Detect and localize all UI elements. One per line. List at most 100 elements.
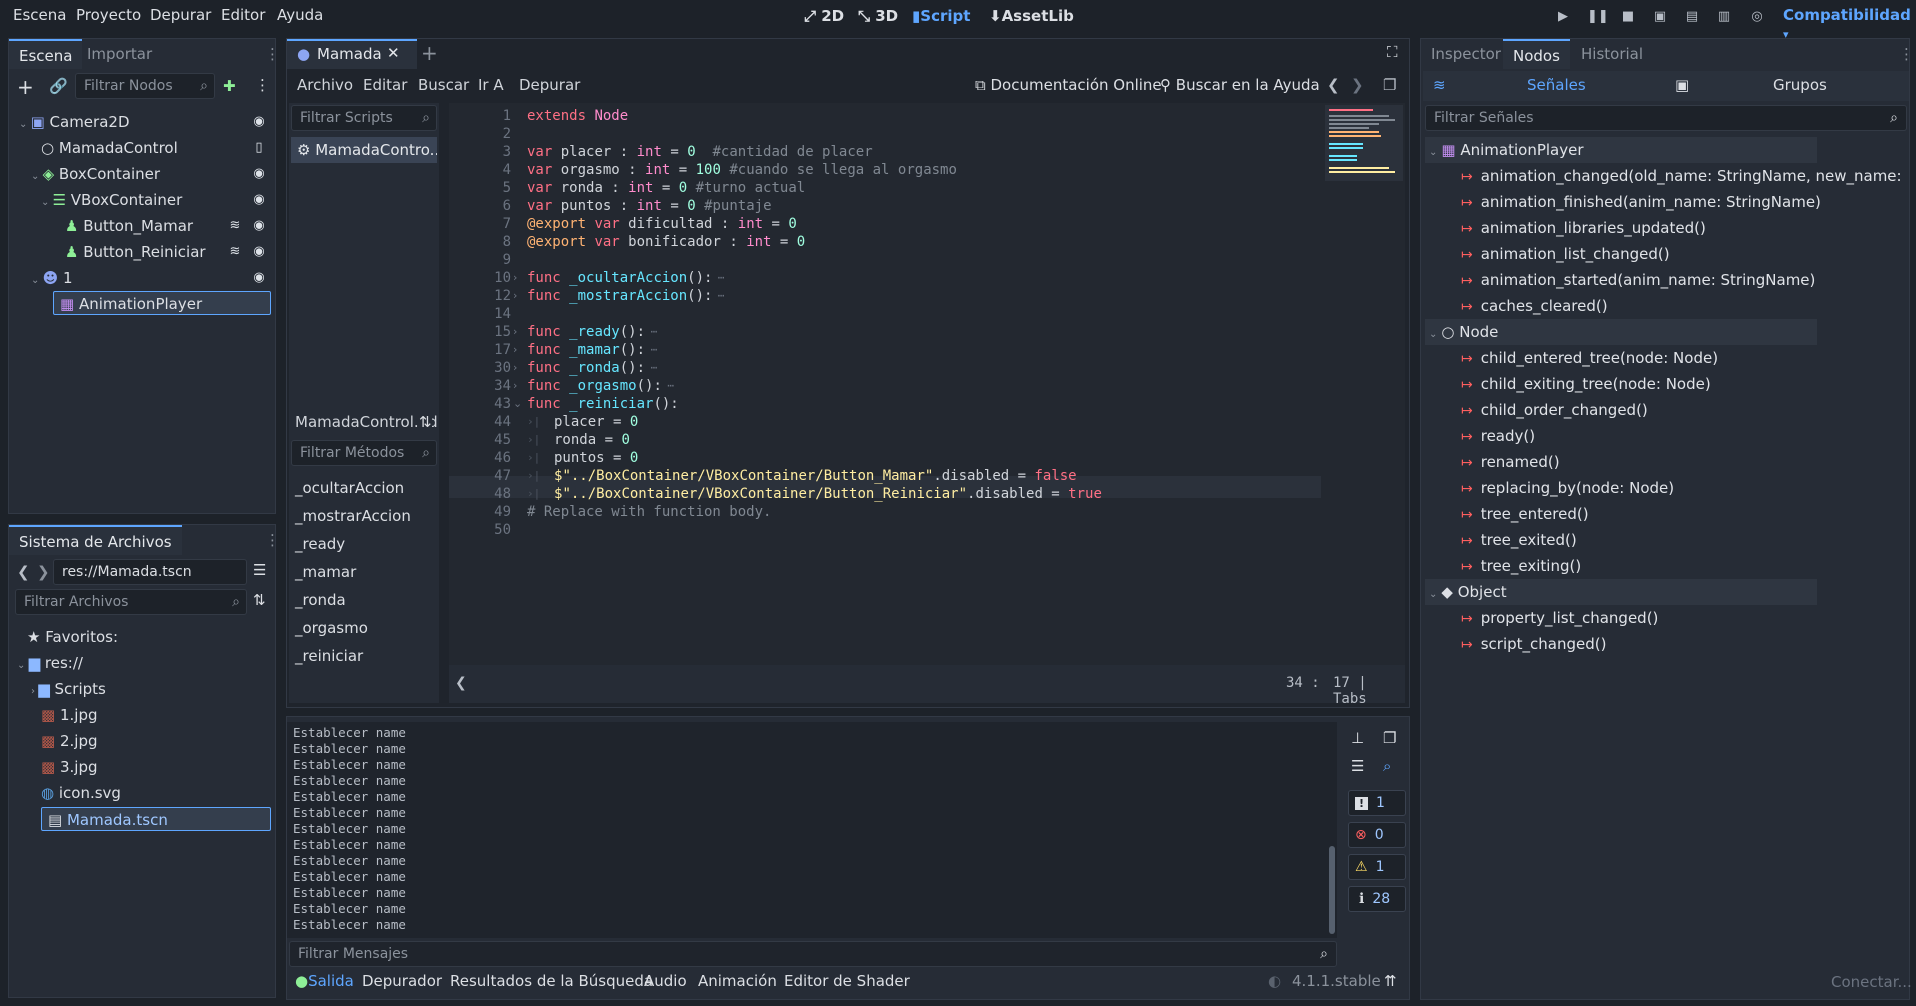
signal-item[interactable]: ↦ animation_list_changed() <box>1461 241 1670 267</box>
search-icon[interactable]: ⌕ <box>1383 757 1391 775</box>
back-icon[interactable]: ❮ <box>17 563 30 581</box>
fullscreen-icon[interactable]: ⛶ <box>1387 43 1398 61</box>
pause-icon[interactable]: ❚❚ <box>1587 8 1609 26</box>
signal-group-header[interactable]: ⌄ ○ Node <box>1425 319 1817 345</box>
stop-icon[interactable]: ■ <box>1619 8 1637 26</box>
menu-buscar[interactable]: Buscar <box>418 76 469 94</box>
history-forward-icon[interactable]: ❯ <box>1351 76 1364 94</box>
filter-scripts-input[interactable]: Filtrar Scripts ⌕ <box>291 105 437 131</box>
file-mamada-tscn[interactable]: ▤ Mamada.tscn <box>41 807 271 831</box>
clear-output-icon[interactable]: ⊥ <box>1351 729 1364 747</box>
forward-icon[interactable]: ❯ <box>37 563 50 581</box>
copy-icon[interactable]: ❐ <box>1383 729 1396 747</box>
tab-importar[interactable]: Importar <box>77 39 162 69</box>
menu-ir-a[interactable]: Ir A <box>478 76 504 94</box>
script-attached-icon[interactable]: ▯ <box>251 140 267 156</box>
signal-item[interactable]: ↦ animation_started(anim_name: StringName… <box>1461 267 1815 293</box>
method-item[interactable]: _orgasmo <box>295 615 368 641</box>
tree-node-boxcontainer[interactable]: ⌄ ◈ BoxContainer <box>31 162 160 186</box>
scrollbar[interactable] <box>1329 846 1335 934</box>
file-3-jpg[interactable]: ▩ 3.jpg <box>41 755 98 779</box>
method-item[interactable]: _mostrarAccion <box>295 503 411 529</box>
dock-menu-icon[interactable]: ⋮ <box>265 45 280 63</box>
signal-item[interactable]: ↦ replacing_by(node: Node) <box>1461 475 1674 501</box>
method-item[interactable]: _ronda <box>295 587 346 613</box>
online-docs-button[interactable]: ⧉ Documentación Online <box>975 76 1162 94</box>
subtab-grupos[interactable]: Grupos <box>1773 76 1827 94</box>
visibility-eye-icon[interactable]: ◉ <box>251 166 267 182</box>
scene-menu-icon[interactable]: ⋮ <box>255 76 270 94</box>
signal-group-header[interactable]: ⌄ ◆ Object <box>1425 579 1817 605</box>
remote-debug-icon[interactable]: ▣ <box>1651 8 1669 26</box>
workspace-3d-button[interactable]: ⤡ 3D <box>858 7 898 25</box>
indent-mode[interactable]: Tabs <box>1333 691 1367 707</box>
menu-editor[interactable]: Editor <box>221 6 265 24</box>
signal-group-header[interactable]: ⌄ ▦ AnimationPlayer <box>1425 137 1817 163</box>
method-item[interactable]: _mamar <box>295 559 356 585</box>
toggle-scripts-panel-icon[interactable]: ❮ <box>455 675 467 691</box>
collapse-icon[interactable]: ☰ <box>1351 757 1364 775</box>
menu-proyecto[interactable]: Proyecto <box>76 6 141 24</box>
visibility-eye-icon[interactable]: ◉ <box>251 270 267 286</box>
fold-closed-icon[interactable]: › <box>513 285 517 307</box>
filter-signals-input[interactable]: Filtrar Señales ⌕ <box>1425 105 1907 131</box>
history-back-icon[interactable]: ❮ <box>1327 76 1340 94</box>
signal-item[interactable]: ↦ renamed() <box>1461 449 1560 475</box>
menu-escena[interactable]: Escena <box>13 6 66 24</box>
signal-item[interactable]: ↦ property_list_changed() <box>1461 605 1658 631</box>
link-icon[interactable]: 🔗 <box>49 77 68 95</box>
subtab-senales[interactable]: Señales <box>1527 76 1586 94</box>
signal-item[interactable]: ↦ child_order_changed() <box>1461 397 1648 423</box>
bottom-tab-audio[interactable]: Audio <box>644 972 687 990</box>
signal-item[interactable]: ↦ ready() <box>1461 423 1535 449</box>
bottom-tab-animacion[interactable]: Animación <box>698 972 777 990</box>
visibility-eye-icon[interactable]: ◉ <box>251 244 267 260</box>
visibility-eye-icon[interactable]: ◉ <box>251 114 267 130</box>
file-1-jpg[interactable]: ▩ 1.jpg <box>41 703 98 727</box>
tree-node-mamadacontrol[interactable]: ○ MamadaControl <box>41 136 178 160</box>
sort-icon[interactable]: ⇅ <box>253 591 266 609</box>
tree-node-button-reiniciar[interactable]: ♟ Button_Reiniciar <box>65 240 206 264</box>
filter-messages-input[interactable]: Filtrar Mensajes ⌕ <box>289 941 1337 967</box>
tree-node-1[interactable]: ⌄ ☻ 1 <box>31 266 73 290</box>
signal-item[interactable]: ↦ tree_exited() <box>1461 527 1577 553</box>
signal-icon[interactable]: ≋ <box>227 244 243 260</box>
signal-item[interactable]: ↦ tree_entered() <box>1461 501 1589 527</box>
visibility-eye-icon[interactable]: ◉ <box>251 218 267 234</box>
renderer-select[interactable]: Compatibilidad ▾ <box>1783 6 1916 42</box>
file-2-jpg[interactable]: ▩ 2.jpg <box>41 729 98 753</box>
editor-messages-badge[interactable]: ℹ 28 <box>1348 886 1406 912</box>
play-custom-scene-icon[interactable]: ▥ <box>1715 8 1733 26</box>
method-item[interactable]: _ocultarAccion <box>295 475 404 501</box>
bottom-tab-resultados[interactable]: Resultados de la Búsqueda <box>450 972 653 990</box>
tab-escena[interactable]: Escena <box>9 39 83 69</box>
menu-archivo[interactable]: Archivo <box>297 76 353 94</box>
bottom-tab-salida[interactable]: ●Salida <box>295 972 354 990</box>
menu-depurar-script[interactable]: Depurar <box>519 76 580 94</box>
tab-sistema-archivos[interactable]: Sistema de Archivos <box>9 525 182 555</box>
visibility-eye-icon[interactable]: ◉ <box>251 192 267 208</box>
signal-item[interactable]: ↦ tree_exiting() <box>1461 553 1581 579</box>
signal-item[interactable]: ↦ animation_changed(old_name: StringName,… <box>1461 163 1907 189</box>
minimap[interactable] <box>1325 105 1403 181</box>
favorites-item[interactable]: ★ Favoritos: <box>27 625 118 649</box>
signal-item[interactable]: ↦ animation_finished(anim_name: StringNam… <box>1461 189 1821 215</box>
log-messages-badge[interactable]: ! 1 <box>1348 790 1406 816</box>
expand-bottom-panel-icon[interactable]: ⇈ <box>1384 972 1397 990</box>
dock-menu-icon[interactable]: ⋮ <box>265 531 280 549</box>
add-scene-tab-icon[interactable]: + <box>421 41 438 65</box>
script-list-item[interactable]: ⚙ MamadaContro... <box>291 137 437 163</box>
signal-item[interactable]: ↦ child_exiting_tree(node: Node) <box>1461 371 1711 397</box>
signal-item[interactable]: ↦ animation_libraries_updated() <box>1461 215 1706 241</box>
method-item[interactable]: _ready <box>295 531 345 557</box>
signal-item[interactable]: ↦ caches_cleared() <box>1461 293 1608 319</box>
fold-open-icon[interactable]: ⌄ <box>513 393 522 415</box>
float-window-icon[interactable]: ❐ <box>1383 76 1396 94</box>
movie-maker-icon[interactable]: ◎ <box>1748 8 1766 26</box>
split-view-icon[interactable]: ☰ <box>253 561 266 579</box>
method-item[interactable]: _reiniciar <box>295 643 363 669</box>
search-help-button[interactable]: ⚲ Buscar en la Ayuda <box>1160 76 1320 94</box>
signal-item[interactable]: ↦ script_changed() <box>1461 631 1606 657</box>
folder-scripts[interactable]: › ▆ Scripts <box>31 677 106 701</box>
filter-files-input[interactable]: Filtrar Archivos ⌕ <box>15 589 247 615</box>
